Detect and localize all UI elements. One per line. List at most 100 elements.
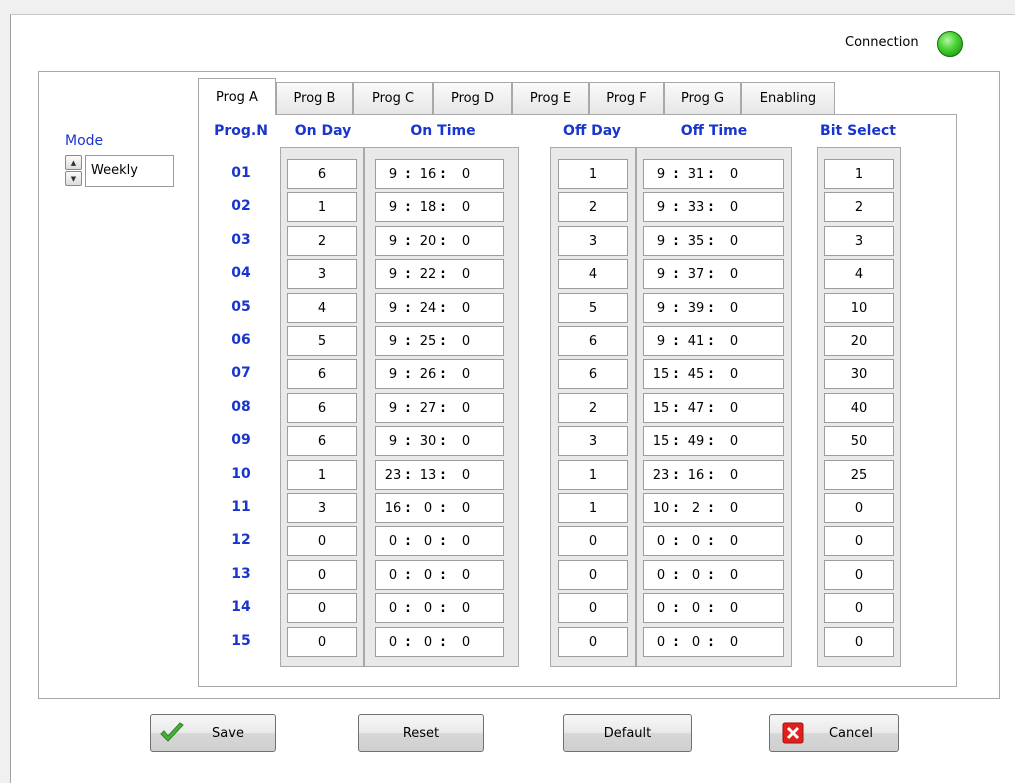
reset-button[interactable]: Reset [358,714,484,752]
off-day-field[interactable]: 0 [558,593,628,623]
tab-prog-e[interactable]: Prog E [512,82,589,114]
bit-select-field[interactable]: 1 [824,159,894,189]
on-day-field[interactable]: 0 [287,593,357,623]
on-day-field[interactable]: 0 [287,560,357,590]
on-time-field[interactable]: 9 16 0:: [375,159,504,189]
mode-down-arrow-icon[interactable]: ▼ [65,171,82,186]
on-time-field[interactable]: 23 13 0:: [375,460,504,490]
bit-select-field[interactable]: 10 [824,293,894,323]
off-time-field-separator: : [708,366,714,382]
on-day-field[interactable]: 3 [287,259,357,289]
off-time-field[interactable]: 0 0 0:: [643,526,784,556]
off-time-field[interactable]: 9 41 0:: [643,326,784,356]
on-day-field[interactable]: 6 [287,159,357,189]
off-time-field[interactable]: 9 37 0:: [643,259,784,289]
off-day-field[interactable]: 5 [558,293,628,323]
bit-select-field[interactable]: 40 [824,393,894,423]
default-button[interactable]: Default [563,714,692,752]
bit-select-field[interactable]: 50 [824,426,894,456]
off-time-field[interactable]: 9 33 0:: [643,192,784,222]
off-day-field[interactable]: 0 [558,627,628,657]
off-day-field[interactable]: 4 [558,259,628,289]
off-time-field-separator: : [673,500,679,516]
mode-value-field[interactable]: Weekly [85,155,174,187]
tab-prog-c[interactable]: Prog C [353,82,433,114]
bit-select-field[interactable]: 20 [824,326,894,356]
on-time-field[interactable]: 9 30 0:: [375,426,504,456]
off-time-field[interactable]: 9 35 0:: [643,226,784,256]
tab-prog-f[interactable]: Prog F [589,82,664,114]
on-day-field[interactable]: 1 [287,460,357,490]
off-day-field[interactable]: 6 [558,359,628,389]
bit-select-field[interactable]: 2 [824,192,894,222]
on-day-field[interactable]: 6 [287,359,357,389]
bit-select-field[interactable]: 0 [824,493,894,523]
reset-label: Reset [402,725,440,741]
off-time-field[interactable]: 23 16 0:: [643,460,784,490]
on-day-field[interactable]: 2 [287,226,357,256]
off-time-field[interactable]: 15 47 0:: [643,393,784,423]
bit-select-field[interactable]: 3 [824,226,894,256]
off-time-field-separator: : [708,634,714,650]
off-day-field[interactable]: 2 [558,192,628,222]
off-time-field-part-2: 0 [729,300,739,316]
on-day-field[interactable]: 1 [287,192,357,222]
bit-select-field[interactable]: 0 [824,560,894,590]
off-time-field[interactable]: 9 31 0:: [643,159,784,189]
off-time-field[interactable]: 0 0 0:: [643,560,784,590]
on-day-field[interactable]: 0 [287,526,357,556]
on-time-field[interactable]: 9 24 0:: [375,293,504,323]
on-time-field[interactable]: 9 26 0:: [375,359,504,389]
tab-prog-b[interactable]: Prog B [276,82,353,114]
on-time-field[interactable]: 9 25 0:: [375,326,504,356]
mode-up-arrow-icon[interactable]: ▲ [65,155,82,170]
on-time-field[interactable]: 0 0 0:: [375,593,504,623]
off-day-field[interactable]: 3 [558,226,628,256]
off-day-field[interactable]: 0 [558,526,628,556]
on-day-field[interactable]: 6 [287,393,357,423]
prog-number: 07 [231,365,251,381]
cancel-button[interactable]: Cancel [769,714,899,752]
on-time-field[interactable]: 9 18 0:: [375,192,504,222]
off-day-field[interactable]: 1 [558,159,628,189]
bit-select-field[interactable]: 30 [824,359,894,389]
bit-select-field[interactable]: 0 [824,627,894,657]
on-time-field-separator: : [405,500,411,516]
header-on-time: On Time [410,123,476,139]
off-day-field[interactable]: 2 [558,393,628,423]
bit-select-field[interactable]: 4 [824,259,894,289]
off-day-field[interactable]: 1 [558,493,628,523]
on-time-field-part-0: 9 [388,199,398,215]
tab-prog-d[interactable]: Prog D [433,82,512,114]
off-day-field[interactable]: 6 [558,326,628,356]
off-day-field[interactable]: 0 [558,560,628,590]
off-day-field[interactable]: 3 [558,426,628,456]
on-time-field[interactable]: 9 20 0:: [375,226,504,256]
bit-select-field[interactable]: 0 [824,593,894,623]
off-time-field[interactable]: 0 0 0:: [643,627,784,657]
on-time-field[interactable]: 0 0 0:: [375,560,504,590]
off-time-field[interactable]: 10 2 0:: [643,493,784,523]
tab-prog-g[interactable]: Prog G [664,82,741,114]
on-day-field[interactable]: 6 [287,426,357,456]
on-day-field[interactable]: 5 [287,326,357,356]
on-time-field[interactable]: 9 27 0:: [375,393,504,423]
on-day-field[interactable]: 3 [287,493,357,523]
off-day-field[interactable]: 1 [558,460,628,490]
off-time-field[interactable]: 15 49 0:: [643,426,784,456]
bit-select-field[interactable]: 25 [824,460,894,490]
tab-prog-a[interactable]: Prog A [198,78,276,115]
off-time-field[interactable]: 15 45 0:: [643,359,784,389]
save-button[interactable]: Save [150,714,276,752]
on-day-field[interactable]: 0 [287,627,357,657]
off-time-field[interactable]: 0 0 0:: [643,593,784,623]
tab-enabling[interactable]: Enabling [741,82,835,114]
off-time-field-separator: : [673,433,679,449]
on-day-field[interactable]: 4 [287,293,357,323]
bit-select-field[interactable]: 0 [824,526,894,556]
on-time-field[interactable]: 0 0 0:: [375,627,504,657]
on-time-field[interactable]: 16 0 0:: [375,493,504,523]
off-time-field[interactable]: 9 39 0:: [643,293,784,323]
on-time-field[interactable]: 0 0 0:: [375,526,504,556]
on-time-field[interactable]: 9 22 0:: [375,259,504,289]
